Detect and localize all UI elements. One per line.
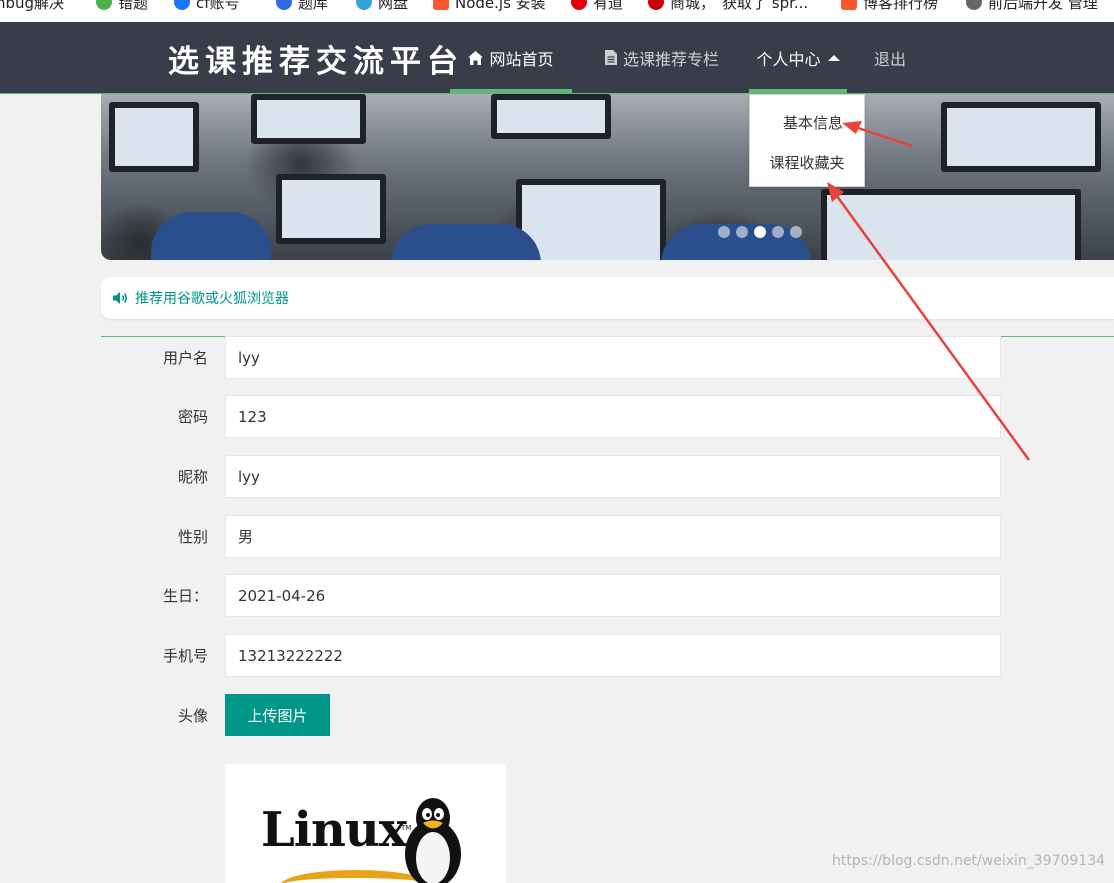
gender-label: 性别 <box>177 527 208 546</box>
caret-up-icon <box>827 54 840 61</box>
phone-label: 手机号 <box>162 646 208 665</box>
personal-center-dropdown: 基本信息 课程收藏夹 <box>749 94 865 187</box>
browser-notice: 推荐用谷歌或火狐浏览器 <box>101 277 1114 319</box>
bookmark[interactable]: 网盘 <box>356 0 408 13</box>
csdn-icon <box>841 0 857 10</box>
nav-logout[interactable]: 退出 <box>862 22 918 93</box>
baidu-icon <box>276 0 292 10</box>
cloud-icon <box>356 0 372 10</box>
nav-home-label: 网站首页 <box>489 49 554 69</box>
carousel-dot[interactable] <box>718 226 730 238</box>
avatar-label: 头像 <box>177 706 208 725</box>
youdao-icon <box>571 0 587 10</box>
document-icon <box>604 50 617 65</box>
bookmark[interactable]: cf账号 <box>174 0 240 13</box>
tux-penguin-icon <box>405 798 461 883</box>
banner-photo-part <box>941 102 1101 172</box>
carousel-dot[interactable] <box>790 226 802 238</box>
bookmark[interactable]: Node.js 安装 <box>433 0 546 13</box>
upload-image-button[interactable]: 上传图片 <box>225 694 330 736</box>
site-brand[interactable]: 选课推荐交流平台 <box>168 36 464 81</box>
banner-photo-part <box>821 189 1081 260</box>
birthday-field[interactable]: 2021-04-26 <box>225 574 1001 617</box>
carousel-dot-active[interactable] <box>754 226 766 238</box>
carousel-dot[interactable] <box>736 226 748 238</box>
bookmark[interactable]: 前后端开发 管理 <box>966 0 1098 13</box>
username-field[interactable]: lyy <box>225 336 1001 379</box>
nickname-label: 昵称 <box>177 467 208 486</box>
banner-photo-part <box>516 179 666 260</box>
bookmark[interactable]: 错题 <box>96 0 148 13</box>
facebook-icon <box>174 0 190 10</box>
banner-photo-part <box>251 94 366 144</box>
banner-carousel <box>101 94 1114 260</box>
banner-photo-part <box>151 212 271 260</box>
speaker-icon <box>113 292 127 304</box>
username-label: 用户名 <box>162 348 208 367</box>
csdn-watermark: https://blog.csdn.net/weixin_39709134 <box>832 853 1106 869</box>
avatar-preview: Linux TM <box>225 764 506 883</box>
bookmark[interactable]: 有道 <box>571 0 623 13</box>
csdn-icon <box>433 0 449 10</box>
password-field[interactable]: 123 <box>225 395 1001 438</box>
birthday-label: 生日： <box>162 586 208 605</box>
phone-field[interactable]: 13213222222 <box>225 634 1001 677</box>
notice-text: 推荐用谷歌或火狐浏览器 <box>135 291 289 307</box>
home-icon <box>468 50 484 65</box>
dropdown-course-favorites[interactable]: 课程收藏夹 <box>750 145 864 179</box>
leaf-icon <box>96 0 112 10</box>
nav-logout-label: 退出 <box>873 49 906 69</box>
bookmark[interactable]: 获取了 spr... <box>722 0 808 13</box>
bookmark[interactable]: 博客排行榜 <box>841 0 938 13</box>
nav-course-column[interactable]: 选课推荐专栏 <box>592 22 732 93</box>
nav-personal-center-label: 个人中心 <box>756 49 821 69</box>
carousel-indicators <box>718 226 802 238</box>
dropdown-basic-info[interactable]: 基本信息 <box>756 105 870 139</box>
banner-photo-part <box>391 224 541 260</box>
gender-field[interactable]: 男 <box>225 515 1001 558</box>
banner-photo-part <box>491 94 611 139</box>
search-icon <box>966 0 982 10</box>
bookmark[interactable]: nbug解决 <box>0 0 64 13</box>
nav-personal-center[interactable]: 个人中心 <box>749 22 847 94</box>
bookmark[interactable]: 题库 <box>276 0 328 13</box>
banner-photo-part <box>276 174 386 244</box>
nav-home[interactable]: 网站首页 <box>450 22 572 94</box>
bookmark[interactable]: 商城， <box>648 0 715 13</box>
shop-icon <box>648 0 664 10</box>
nav-course-column-label: 选课推荐专栏 <box>622 49 719 69</box>
banner-photo-part <box>109 102 199 172</box>
password-label: 密码 <box>177 407 208 426</box>
bookmarks-bar: nbug解决 错题 cf账号 题库 网盘 Node.js 安装 有道 商城， 获… <box>0 0 1114 22</box>
nickname-field[interactable]: lyy <box>225 455 1001 498</box>
top-navbar: 选课推荐交流平台 网站首页 选课推荐专栏 个人中心 退出 <box>0 22 1114 94</box>
logo-text: Linux <box>261 802 407 858</box>
carousel-dot[interactable] <box>772 226 784 238</box>
